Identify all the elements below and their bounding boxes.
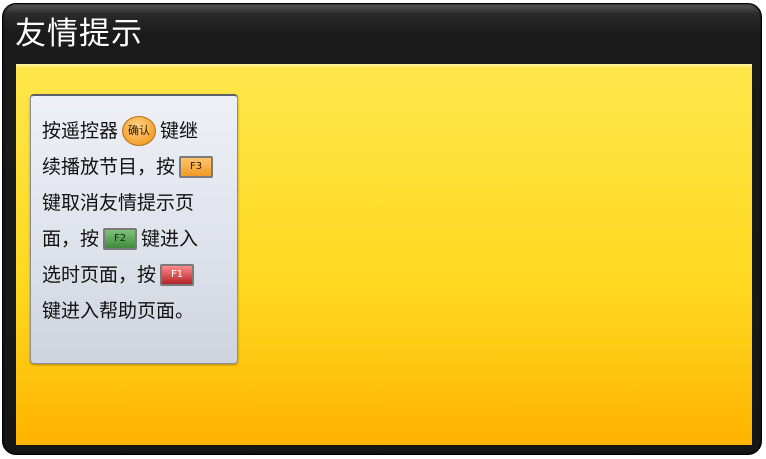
dialog-frame: 友情提示 按遥控器 确认 键继 续播放节目，按 F3 键取消友情提示页 面，按 … bbox=[2, 3, 762, 455]
content-area: 按遥控器 确认 键继 续播放节目，按 F3 键取消友情提示页 面，按 F2 键进… bbox=[16, 64, 752, 445]
message-text: 面，按 bbox=[42, 228, 100, 250]
message-line-6: 键进入帮助页面。 bbox=[42, 293, 227, 329]
message-line-3: 键取消友情提示页 bbox=[42, 185, 227, 221]
f3-key-icon: F3 bbox=[179, 156, 214, 178]
message-line-5: 选时页面，按 F1 bbox=[42, 257, 227, 293]
message-text: 续播放节目，按 bbox=[42, 156, 176, 178]
confirm-button-icon: 确认 bbox=[122, 116, 157, 146]
message-line-2: 续播放节目，按 F3 bbox=[42, 149, 227, 185]
message-line-4: 面，按 F2 键进入 bbox=[42, 221, 227, 257]
message-box: 按遥控器 确认 键继 续播放节目，按 F3 键取消友情提示页 面，按 F2 键进… bbox=[30, 94, 238, 364]
dialog-title: 友情提示 bbox=[15, 16, 143, 52]
f2-key-icon: F2 bbox=[103, 228, 138, 250]
message-text: 键进入 bbox=[141, 228, 199, 250]
message-text: 键取消友情提示页 bbox=[42, 192, 195, 214]
message-line-1: 按遥控器 确认 键继 bbox=[42, 113, 227, 149]
message-text: 键继 bbox=[160, 120, 199, 142]
message-text: 选时页面，按 bbox=[42, 264, 157, 286]
message-text: 按遥控器 bbox=[42, 120, 119, 142]
message-text: 键进入帮助页面。 bbox=[42, 300, 195, 322]
f1-key-icon: F1 bbox=[160, 264, 195, 286]
